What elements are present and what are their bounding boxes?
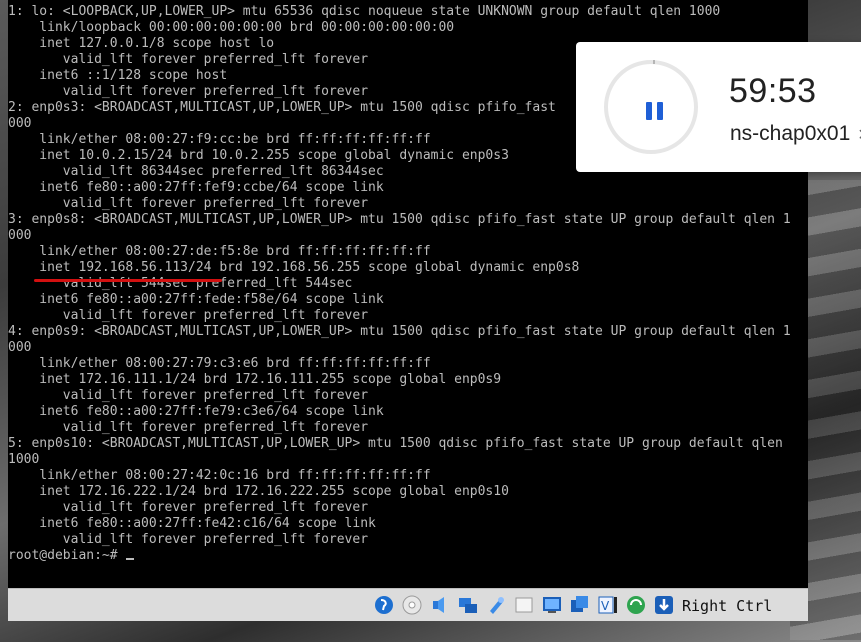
- terminal-line: valid_lft forever preferred_lft forever: [8, 532, 369, 547]
- terminal-line: 3: enp0s8: <BROADCAST,MULTICAST,UP,LOWER…: [8, 212, 791, 227]
- terminal-line: 2: enp0s3: <BROADCAST,MULTICAST,UP,LOWER…: [8, 100, 556, 115]
- terminal-line: 1000: [8, 452, 40, 467]
- terminal-line: inet 192.168.56.113/24 brd 192.168.56.25…: [8, 260, 580, 275]
- shell-prompt-line[interactable]: root@debian:~#: [8, 548, 135, 564]
- cpu-icon[interactable]: [626, 595, 646, 615]
- usb-icon[interactable]: [486, 595, 506, 615]
- terminal-line: link/loopback 00:00:00:00:00:00 brd 00:0…: [8, 20, 455, 35]
- terminal-line: link/ether 08:00:27:42:0c:16 brd ff:ff:f…: [8, 468, 431, 483]
- timer-remaining-time: 59:53: [729, 72, 817, 110]
- terminal-line: valid_lft forever preferred_lft forever: [8, 196, 369, 211]
- download-arrow-icon[interactable]: [654, 595, 674, 615]
- timer-task-label: ns-chap0x01: [730, 122, 851, 145]
- terminal-line: 1: lo: <LOOPBACK,UP,LOWER_UP> mtu 65536 …: [8, 4, 721, 19]
- pause-button[interactable]: [644, 100, 666, 122]
- terminal-line: inet6 fe80::a00:27ff:fef9:ccbe/64 scope …: [8, 180, 384, 195]
- svg-text:V: V: [601, 599, 610, 613]
- timer-ring-marker: [653, 60, 655, 64]
- display-icon[interactable]: [542, 595, 562, 615]
- shell-prompt: root@debian:~#: [8, 548, 126, 563]
- terminal-line: 000: [8, 116, 32, 131]
- network-icon[interactable]: [458, 595, 478, 615]
- terminal-line: valid_lft 86344sec preferred_lft 86344se…: [8, 164, 384, 179]
- terminal-line: 000: [8, 228, 32, 243]
- terminal-line: inet 10.0.2.15/24 brd 10.0.2.255 scope g…: [8, 148, 509, 163]
- terminal-line: link/ether 08:00:27:de:f5:8e brd ff:ff:f…: [8, 244, 431, 259]
- terminal-line: valid_lft forever preferred_lft forever: [8, 388, 369, 403]
- shared-folders-icon[interactable]: [514, 595, 534, 615]
- terminal-line: valid_lft forever preferred_lft forever: [8, 84, 369, 99]
- terminal-line: inet6 fe80::a00:27ff:fe42:c16/64 scope l…: [8, 516, 376, 531]
- terminal-line: link/ether 08:00:27:79:c3:e6 brd ff:ff:f…: [8, 356, 431, 371]
- optical-disk-icon[interactable]: [402, 595, 422, 615]
- host-key-label[interactable]: Right Ctrl: [682, 598, 772, 614]
- text-cursor: [126, 558, 135, 560]
- terminal-line: inet6 ::1/128 scope host: [8, 68, 228, 83]
- terminal-line: inet6 fe80::a00:27ff:fede:f58e/64 scope …: [8, 292, 384, 307]
- terminal-line: valid_lft forever preferred_lft forever: [8, 500, 369, 515]
- pause-icon-bar-left: [646, 102, 652, 120]
- mouse-integration-icon[interactable]: [374, 595, 394, 615]
- vm-status-bar: V Right Ctrl: [8, 588, 808, 621]
- terminal-line: valid_lft forever preferred_lft forever: [8, 52, 369, 67]
- terminal-line: inet 127.0.0.1/8 scope host lo: [8, 36, 275, 51]
- audio-icon[interactable]: [430, 595, 450, 615]
- terminal-line: valid_lft forever preferred_lft forever: [8, 420, 369, 435]
- pause-icon-bar-right: [657, 102, 663, 120]
- recording-icon[interactable]: V: [598, 595, 618, 615]
- highlight-underline: [34, 279, 222, 282]
- terminal-line: valid_lft forever preferred_lft forever: [8, 308, 369, 323]
- terminal-line: inet6 fe80::a00:27ff:fe79:c3e6/64 scope …: [8, 404, 384, 419]
- terminal-line: inet 172.16.222.1/24 brd 172.16.222.255 …: [8, 484, 509, 499]
- terminal-line: link/ether 08:00:27:f9:cc:be brd ff:ff:f…: [8, 132, 431, 147]
- terminal-line: 000: [8, 340, 32, 355]
- timer-popup: 59:53 ns-chap0x01 ×: [576, 42, 861, 172]
- terminal-line: inet 172.16.111.1/24 brd 172.16.111.255 …: [8, 372, 502, 387]
- timer-progress-ring: [604, 60, 698, 154]
- terminal-line: 5: enp0s10: <BROADCAST,MULTICAST,UP,LOWE…: [8, 436, 783, 451]
- terminal-line: 4: enp0s9: <BROADCAST,MULTICAST,UP,LOWER…: [8, 324, 791, 339]
- video-capture-icon[interactable]: [570, 595, 590, 615]
